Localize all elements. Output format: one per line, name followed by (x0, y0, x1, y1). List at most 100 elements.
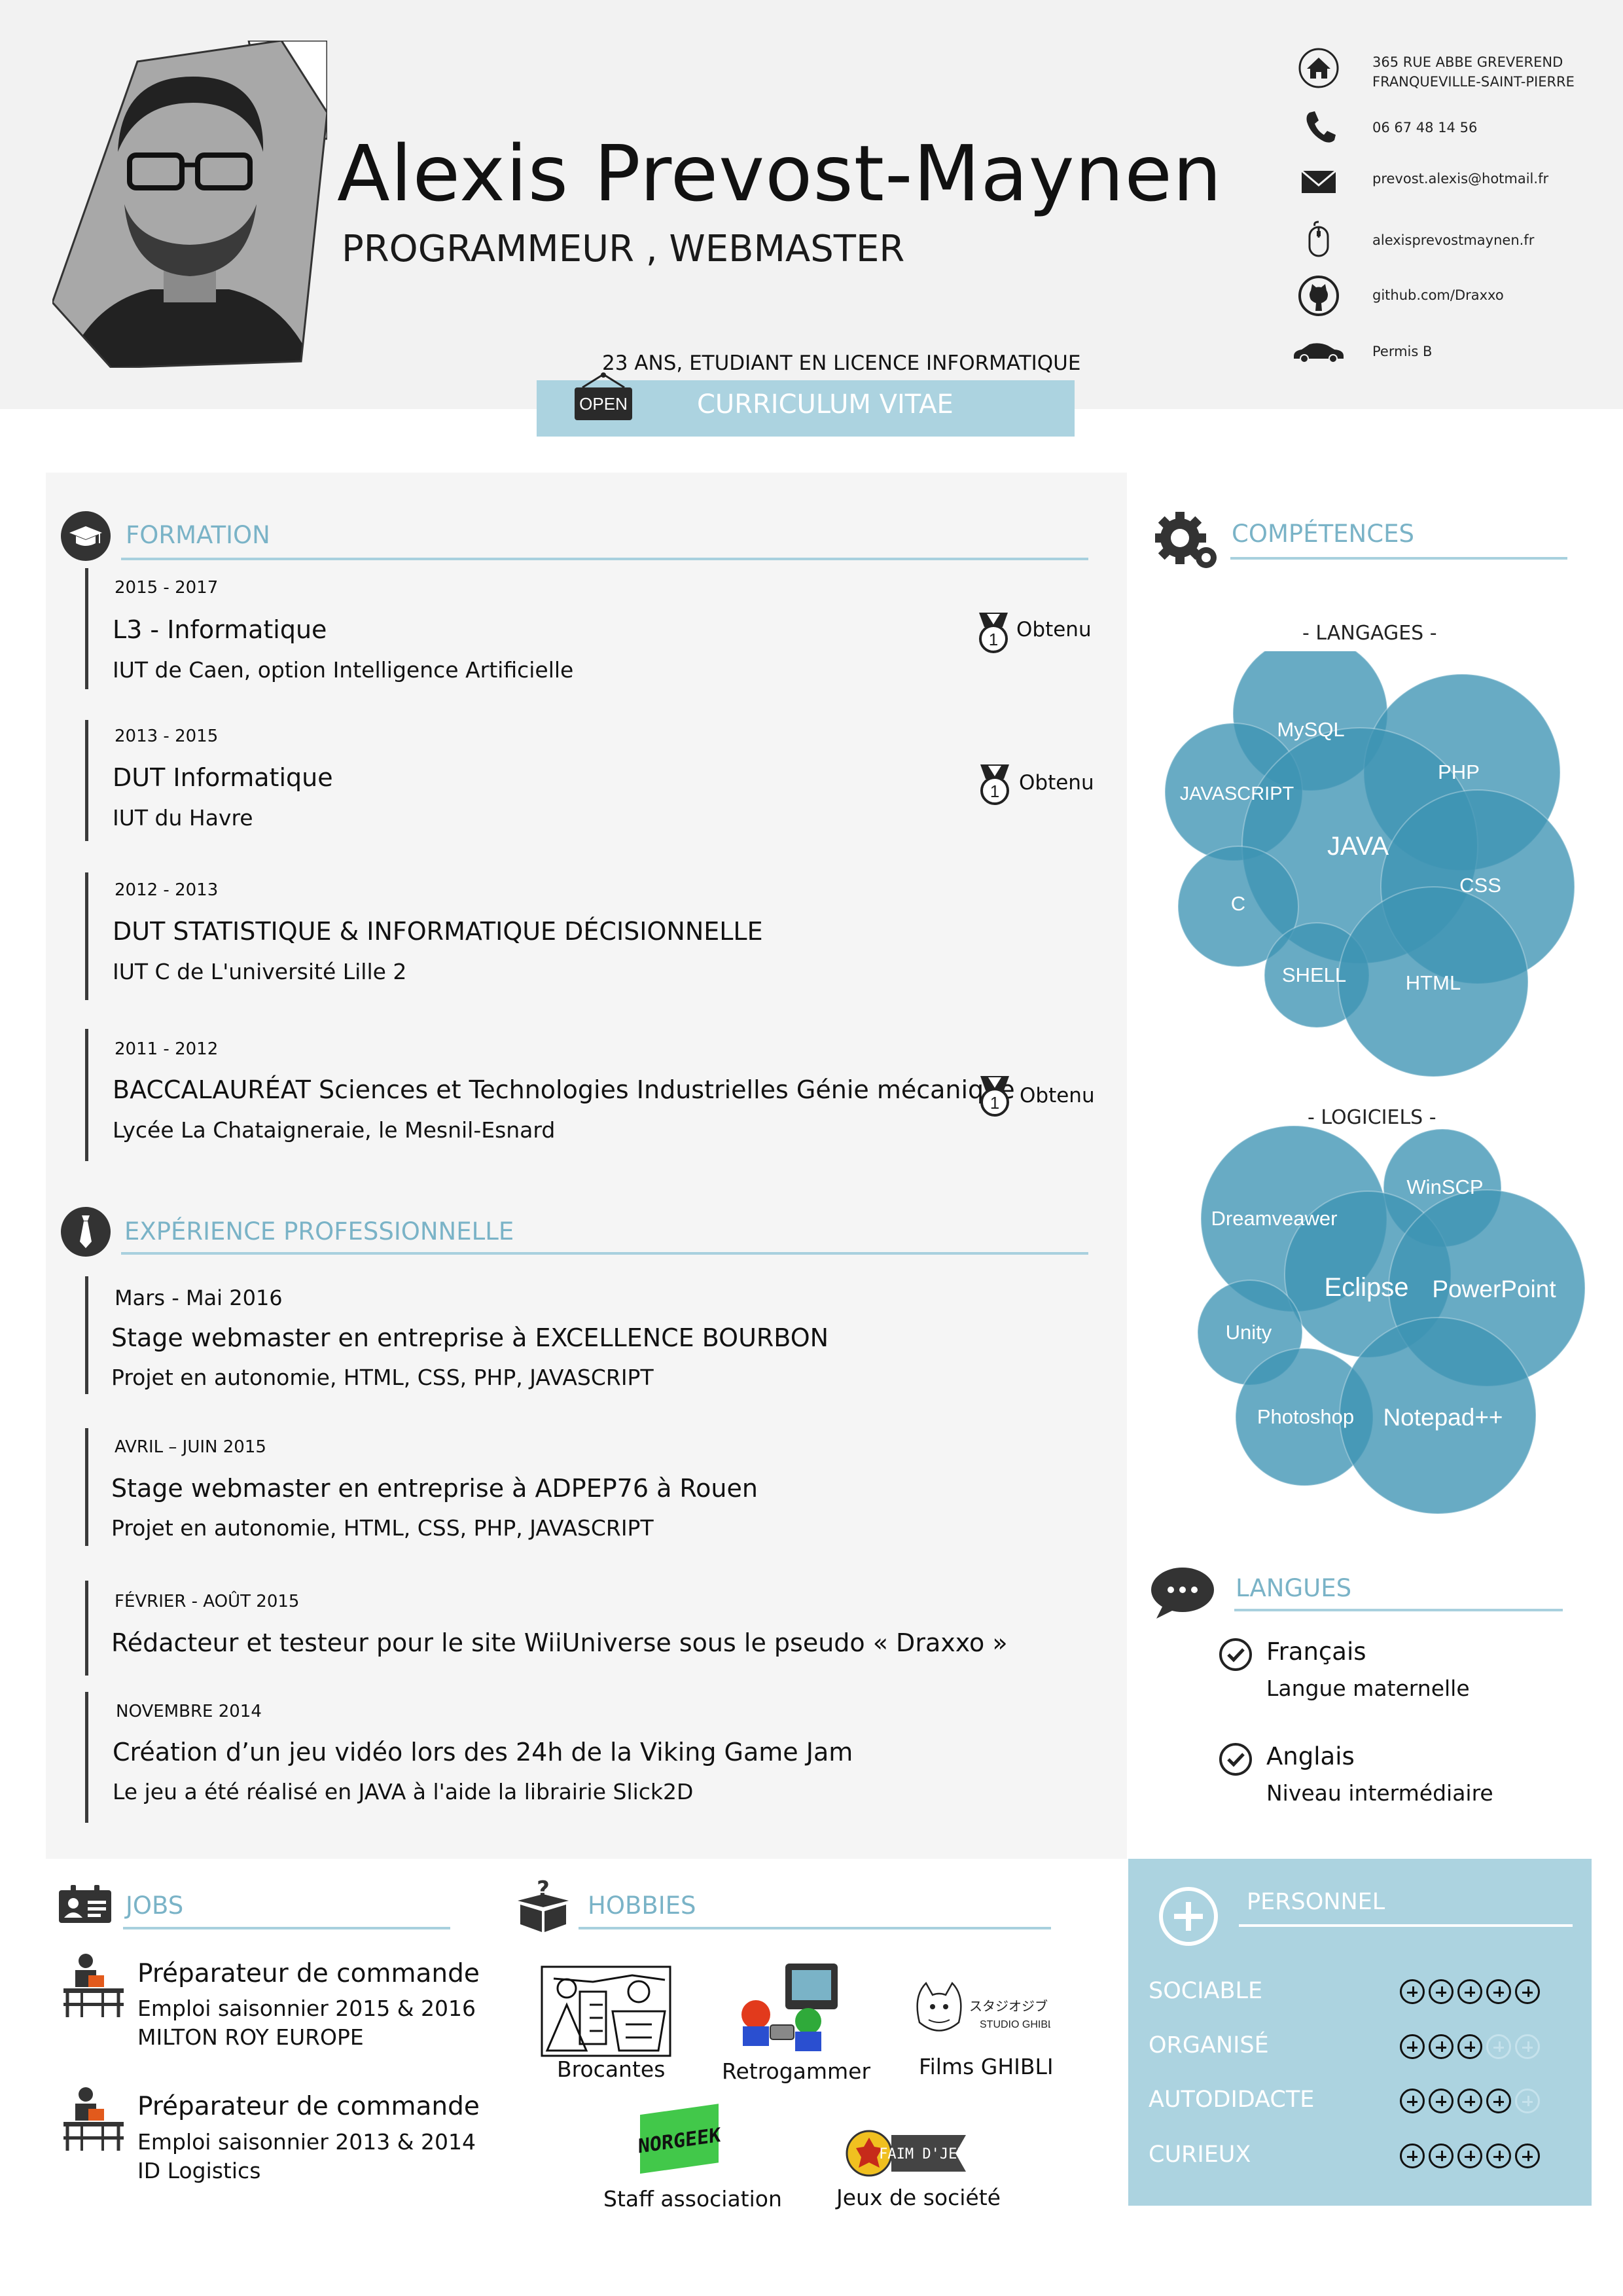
mystery-box-icon: ? (518, 1877, 569, 1932)
profile-photo (52, 41, 327, 368)
phone-icon (1306, 111, 1336, 143)
trait-rating (1400, 2034, 1540, 2059)
bubble-label-php: PHP (1438, 761, 1480, 783)
formation-date: 2011 - 2012 (115, 1039, 219, 1059)
experience-detail: Le jeu a été réalisé en JAVA à l'aide la… (113, 1779, 694, 1804)
formation-title-entry: DUT STATISTIQUE & INFORMATIQUE DÉCISIONN… (113, 917, 763, 946)
experience-title-entry: Rédacteur et testeur pour le site WiiUni… (111, 1628, 1008, 1657)
contact-address-line1: 365 RUE ABBE GREVEREND (1372, 54, 1563, 70)
rating-plus-icon-filled (1429, 1979, 1454, 2004)
id-badge-icon (59, 1885, 111, 1923)
rating-plus-icon-filled (1429, 2034, 1454, 2059)
jobs-underline (123, 1927, 450, 1929)
bubble-label-c: C (1231, 892, 1245, 915)
bubble-label-mysql: MySQL (1277, 718, 1344, 741)
experience-detail: Projet en autonomie, HTML, CSS, PHP, JAV… (111, 1515, 654, 1541)
bubble-label-winscp: WinSCP (1406, 1175, 1483, 1198)
formation-status: Obtenu (1016, 618, 1092, 641)
competences-underline (1230, 557, 1567, 560)
timeline-bar (85, 1428, 88, 1546)
rating-plus-icon-filled (1486, 2144, 1511, 2168)
plus-circle-icon (1159, 1887, 1218, 1946)
brocante-illustration-icon (541, 1965, 671, 2057)
hobby-label: Staff association (603, 2186, 782, 2212)
contact-address-line2: FRANQUEVILLE-SAINT-PIERRE (1372, 74, 1575, 90)
experience-title-entry: Stage webmaster en entreprise à EXCELLEN… (111, 1323, 829, 1352)
contact-license: Permis B (1372, 344, 1433, 359)
trait-name: AUTODIDACTE (1149, 2087, 1315, 2113)
experience-detail: Projet en autonomie, HTML, CSS, PHP, JAV… (111, 1365, 654, 1390)
contact-website: alexisprevostmaynen.fr (1372, 232, 1535, 248)
personnel-underline (1239, 1924, 1573, 1927)
hobby-label: Jeux de société (836, 2185, 1001, 2210)
experience-date: FÉVRIER - AOÛT 2015 (115, 1592, 300, 1611)
experience-title: EXPÉRIENCE PROFESSIONNELLE (124, 1217, 514, 1246)
job-period: Emploi saisonnier 2013 & 2014 (137, 2129, 476, 2155)
bubble-label-eclipse: Eclipse (1325, 1273, 1409, 1302)
formation-school: Lycée La Chataigneraie, le Mesnil-Esnard (113, 1117, 556, 1143)
medal-number: 1 (990, 781, 999, 801)
age-line: 23 ANS, ETUDIANT EN LICENCE INFORMATIQUE (602, 351, 1081, 375)
timeline-bar (85, 1581, 88, 1676)
experience-underline (121, 1252, 1088, 1255)
trait-rating (1400, 2144, 1540, 2168)
rating-plus-icon-filled (1400, 1979, 1425, 2004)
rating-plus-icon-filled (1515, 1979, 1540, 2004)
hobby-label: Brocantes (557, 2056, 666, 2082)
rating-plus-icon-filled (1400, 2089, 1425, 2113)
jeux-logo-text: FAIM D'JEUX (879, 2146, 969, 2162)
rating-plus-icon-filled (1457, 2034, 1482, 2059)
github-icon (1298, 276, 1339, 316)
open-sign-text: OPEN (579, 394, 628, 414)
rating-plus-icon-empty (1515, 2089, 1540, 2113)
formation-status: Obtenu (1019, 771, 1094, 795)
formation-title-entry: DUT Informatique (113, 763, 333, 792)
contact-address: 365 RUE ABBE GREVEREND FRANQUEVILLE-SAIN… (1372, 52, 1575, 92)
formation-status: Obtenu (1020, 1084, 1095, 1107)
bubble-label-shell: SHELL (1282, 963, 1346, 986)
experience-title-entry: Création d’un jeu vidéo lors des 24h de … (113, 1738, 853, 1767)
job-company: MILTON ROY EUROPE (137, 2024, 364, 2050)
medal-number: 1 (989, 630, 998, 649)
bubble-label-html: HTML (1406, 971, 1461, 994)
graduation-cap-icon (61, 511, 111, 561)
rating-plus-icon-filled (1457, 2144, 1482, 2168)
hobby-label: Retrogammer (722, 2058, 871, 2084)
rating-plus-icon-filled (1429, 2144, 1454, 2168)
langues-underline (1234, 1609, 1563, 1611)
formation-underline (121, 558, 1088, 560)
job-company: ID Logistics (137, 2158, 261, 2183)
gears-icon (1155, 512, 1217, 568)
contact-email: prevost.alexis@hotmail.fr (1372, 171, 1549, 187)
job-title: Préparateur de commande (137, 1959, 480, 1988)
bubble-label-unity: Unity (1226, 1321, 1272, 1344)
rating-plus-icon-filled (1486, 2089, 1511, 2113)
timeline-bar (85, 568, 88, 689)
bubble-label-powerpoint: PowerPoint (1432, 1276, 1556, 1302)
trait-name: CURIEUX (1149, 2142, 1251, 2168)
personnel-title: PERSONNEL (1247, 1889, 1385, 1915)
rating-plus-icon-filled (1400, 2144, 1425, 2168)
bubble-label-java: JAVA (1327, 832, 1389, 861)
medal-icon: 1 (980, 764, 1009, 805)
check-circle-icon (1219, 1743, 1252, 1776)
car-icon (1294, 343, 1344, 363)
formation-date: 2015 - 2017 (115, 578, 219, 598)
rating-plus-icon-empty (1515, 2034, 1540, 2059)
norgeek-logo-icon: NORGEEK (638, 2104, 721, 2174)
hobby-label: Films GHIBLI (919, 2054, 1054, 2079)
timeline-bar (85, 1029, 88, 1161)
warehouse-worker-icon (63, 2087, 124, 2151)
formation-school: IUT du Havre (113, 805, 253, 831)
trait-name: ORGANISÉ (1149, 2032, 1269, 2058)
experience-date: NOVEMBRE 2014 (116, 1702, 262, 1721)
experience-date: Mars - Mai 2016 (115, 1285, 283, 1310)
hobbies-title: HOBBIES (588, 1892, 696, 1920)
rating-plus-icon-filled (1400, 2034, 1425, 2059)
bubble-label-javascript: JAVASCRIPT (1180, 783, 1294, 804)
formation-title: FORMATION (126, 521, 270, 549)
hobbies-underline (579, 1927, 1051, 1929)
contact-github: github.com/Draxxo (1372, 287, 1504, 303)
language-name: Anglais (1266, 1742, 1355, 1770)
languages-label: - LANGAGES - (1302, 622, 1437, 645)
